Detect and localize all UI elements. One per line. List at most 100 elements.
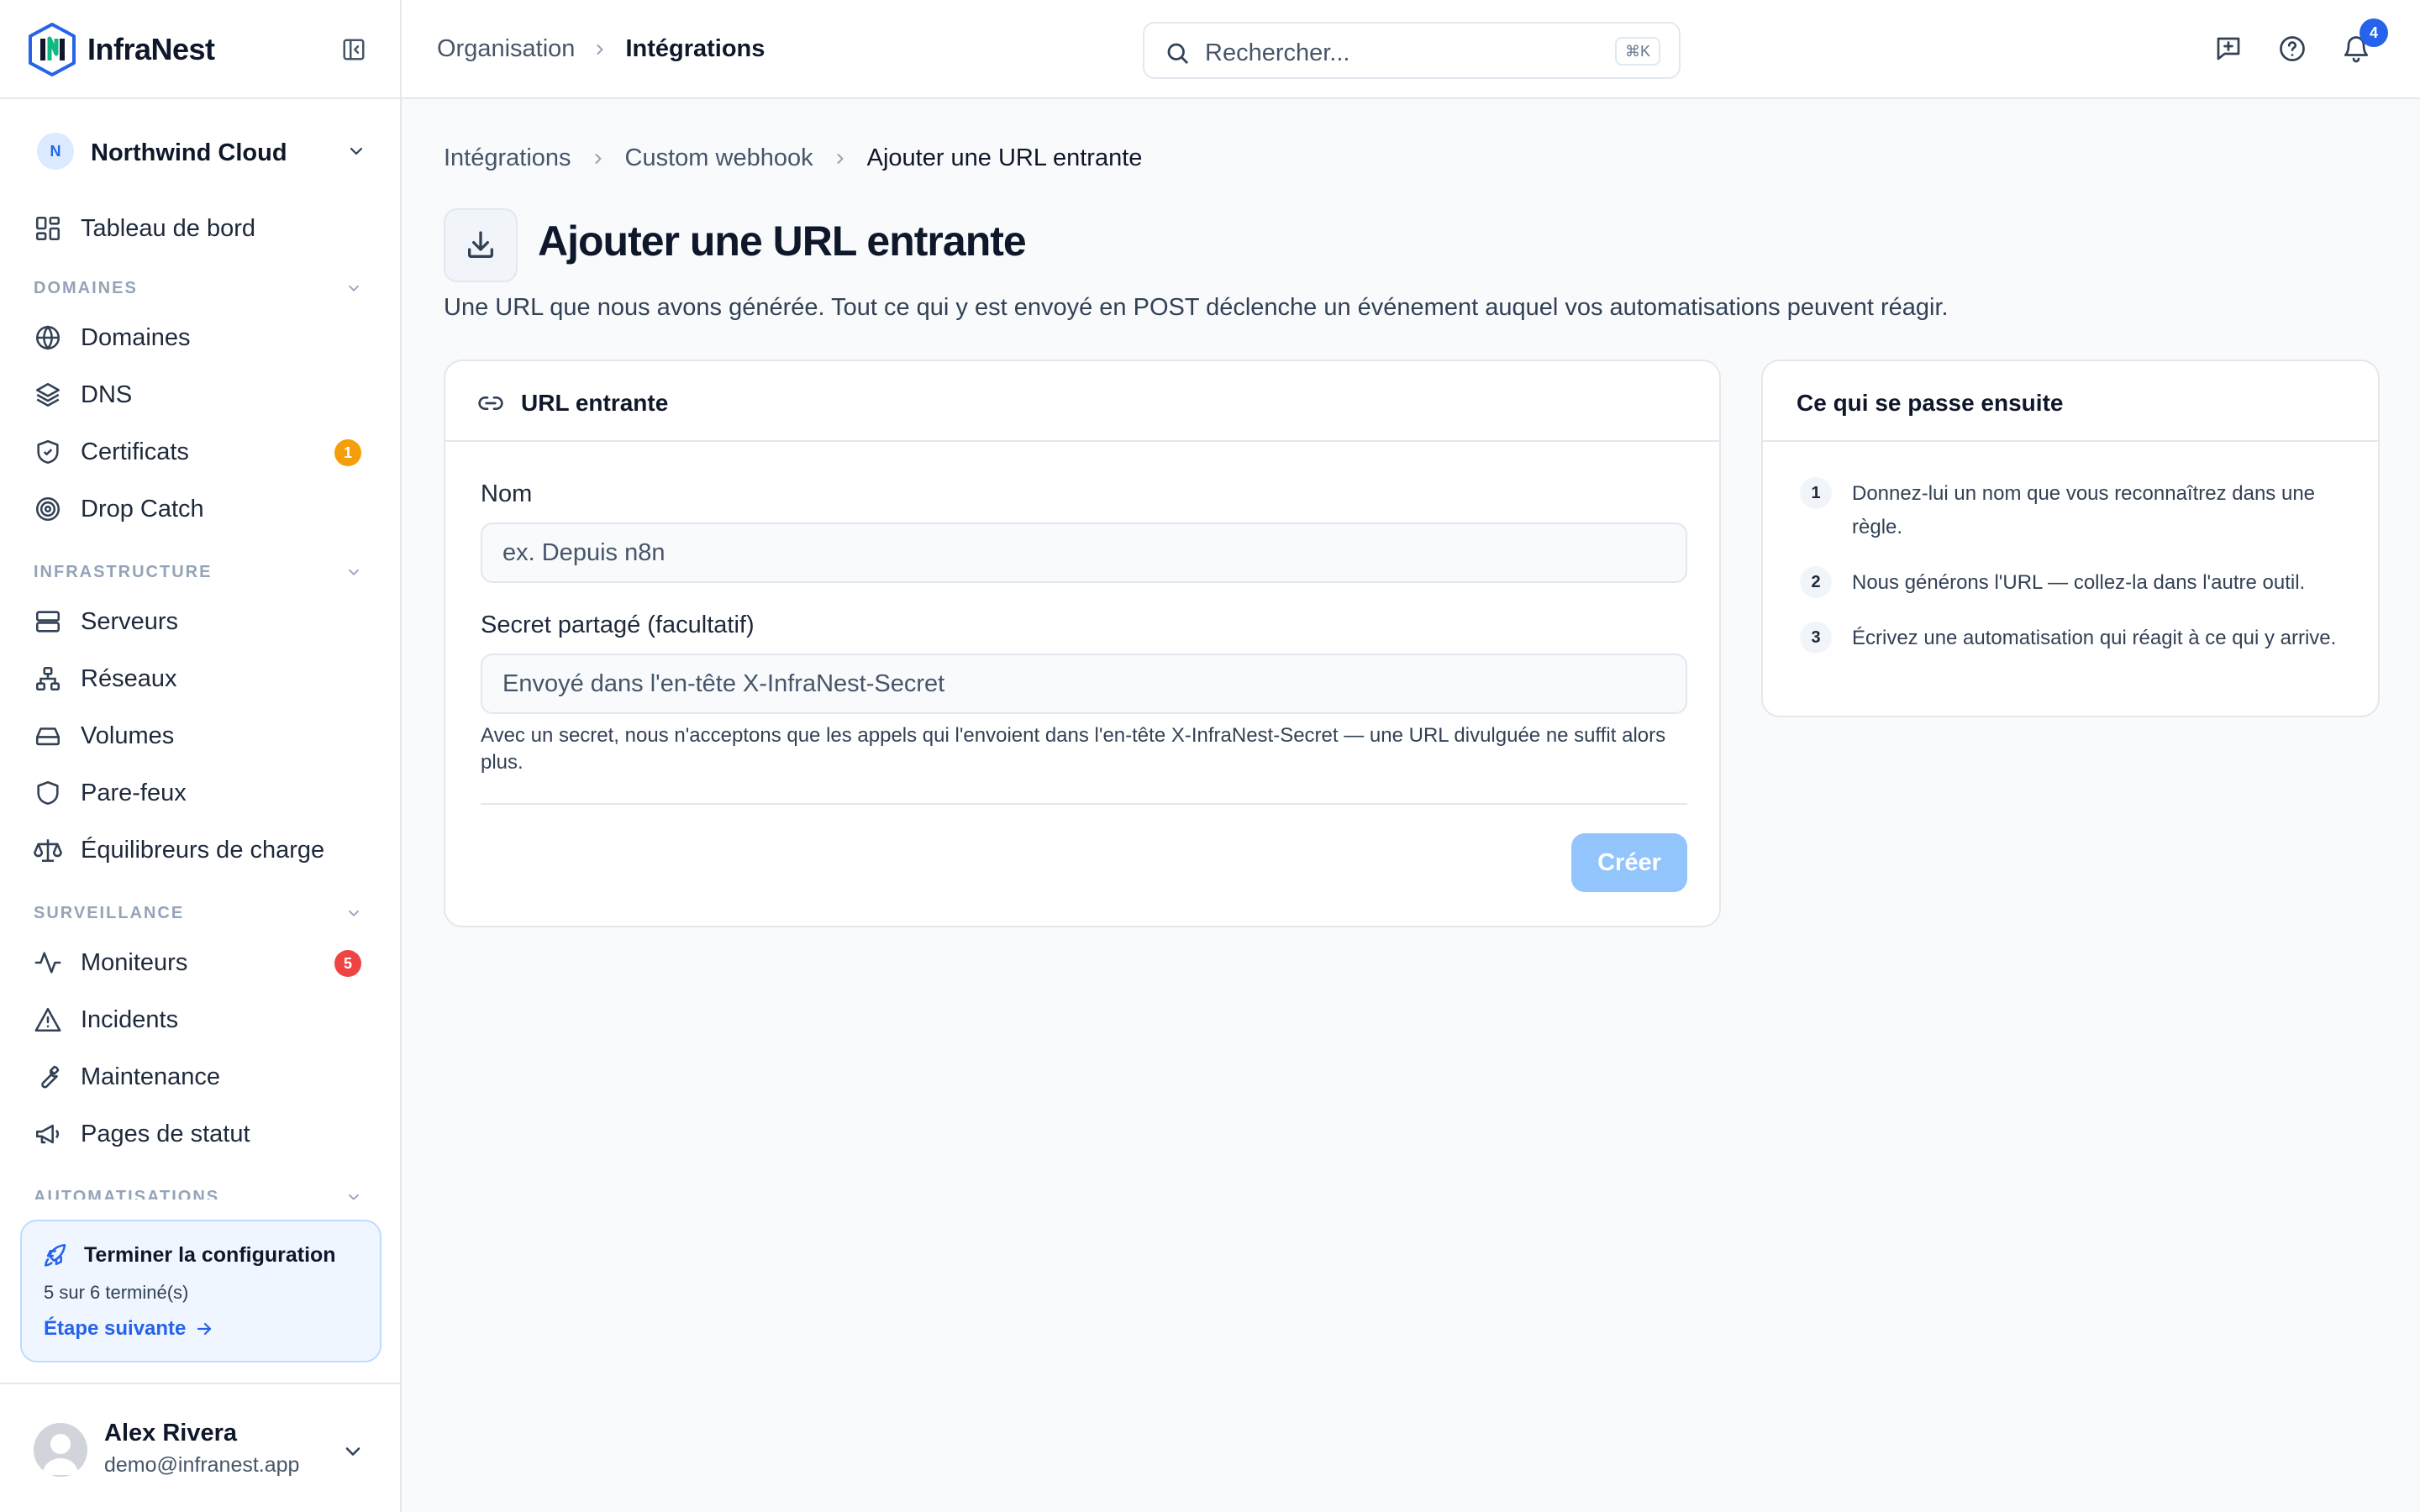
sidebar-item-label: Drop Catch [81, 495, 204, 522]
megaphone-icon [35, 1124, 60, 1144]
section-label: SURVEILLANCE [34, 904, 185, 922]
sidebar: InfraNest N Northwind Cloud Tableau de b… [0, 0, 402, 1512]
sidebar-nav[interactable]: Tableau de bord DOMAINES Domaines DNS Ce… [0, 195, 400, 1200]
section-domains[interactable]: DOMAINES [34, 276, 370, 301]
chevron-right-icon [595, 153, 602, 164]
sidebar-item-load-balancers[interactable]: Équilibreurs de charge [34, 827, 370, 874]
page-description: Une URL que nous avons générée. Tout ce … [444, 294, 1949, 321]
sidebar-item-firewalls[interactable]: Pare-feux [34, 769, 370, 816]
server-icon [35, 611, 60, 633]
chevron-down-icon [348, 569, 360, 576]
form-divider [481, 803, 1687, 805]
search-shortcut: ⌘K [1614, 37, 1660, 66]
name-input[interactable] [481, 522, 1687, 583]
org-avatar: N [37, 133, 74, 170]
step-text: Nous générons l'URL — collez-la dans l'a… [1852, 571, 2306, 594]
crumb-integrations[interactable]: Intégrations [625, 35, 765, 63]
sidebar-item-drop-catch[interactable]: Drop Catch [34, 486, 370, 533]
crumb-organisation[interactable]: Organisation [437, 35, 575, 63]
arrow-right-icon [197, 1322, 212, 1336]
sidebar-item-label: Pare-feux [81, 779, 187, 806]
secret-label: Secret partagé (facultatif) [481, 612, 755, 638]
top-breadcrumb: Organisation Intégrations [437, 35, 765, 63]
page-title: Ajouter une URL entrante [538, 218, 1027, 265]
rocket-icon [44, 1243, 66, 1267]
breadcrumb-integrations[interactable]: Intégrations [444, 144, 571, 172]
chevron-right-icon [837, 153, 844, 164]
incoming-url-form-card: URL entrante Nom Secret partagé (faculta… [444, 360, 1721, 927]
dashboard-icon [35, 216, 60, 241]
chevron-down-icon [348, 285, 360, 292]
app-name: InfraNest [87, 32, 215, 66]
user-name: Alex Rivera [104, 1420, 237, 1446]
notification-count-badge: 4 [2360, 18, 2388, 47]
sidebar-header: InfraNest [0, 0, 400, 99]
setup-progress-card: Terminer la configuration 5 sur 6 termin… [20, 1220, 381, 1362]
section-label: AUTOMATISATIONS [34, 1188, 220, 1200]
next-step-link[interactable]: Étape suivante [44, 1317, 214, 1341]
feedback-icon[interactable] [2213, 34, 2244, 64]
sidebar-item-label: Équilibreurs de charge [81, 836, 325, 864]
sidebar-item-label: Certificats [81, 438, 189, 465]
breadcrumb-current: Ajouter une URL entrante [866, 144, 1143, 171]
sidebar-item-dashboard[interactable]: Tableau de bord [34, 205, 370, 252]
globe-icon [35, 325, 60, 350]
create-button[interactable]: Créer [1571, 833, 1687, 892]
sidebar-collapse-icon[interactable] [341, 37, 366, 62]
section-label: INFRASTRUCTURE [34, 563, 213, 581]
shield-icon [37, 780, 59, 806]
sidebar-item-maintenance[interactable]: Maintenance [34, 1053, 370, 1100]
infranest-logo-icon [29, 23, 76, 76]
user-placeholder-icon [34, 1423, 87, 1477]
setup-title: Terminer la configuration [84, 1243, 336, 1267]
chevron-down-icon [348, 910, 360, 917]
name-label: Nom [481, 480, 533, 507]
sidebar-item-certificates[interactable]: Certificats 1 [34, 428, 370, 475]
step-text: Donnez-lui un nom que vous reconnaîtrez … [1852, 482, 2316, 538]
card-title: Ce qui se passe ensuite [1797, 390, 2064, 416]
network-icon [35, 666, 60, 691]
sidebar-item-status-pages[interactable]: Pages de statut [34, 1110, 370, 1158]
user-menu[interactable]: Alex Rivera demo@infranest.app [0, 1383, 400, 1512]
sidebar-item-servers[interactable]: Serveurs [34, 598, 370, 645]
breadcrumb-custom-webhook[interactable]: Custom webhook [625, 144, 813, 172]
sidebar-item-dns[interactable]: DNS [34, 371, 370, 418]
sidebar-item-label: Domaines [81, 323, 191, 351]
sidebar-item-monitors[interactable]: Moniteurs 5 [34, 939, 370, 986]
org-switcher[interactable]: N Northwind Cloud [34, 129, 370, 173]
sidebar-item-incidents[interactable]: Incidents [34, 996, 370, 1043]
card-header: URL entrante [445, 361, 1719, 442]
sidebar-item-domains[interactable]: Domaines [34, 314, 370, 361]
secret-input[interactable] [481, 654, 1687, 714]
section-automations[interactable]: AUTOMATISATIONS [34, 1184, 370, 1200]
activity-icon [34, 952, 61, 974]
search-placeholder: Rechercher... [1205, 39, 1350, 66]
sidebar-item-label: Pages de statut [81, 1120, 250, 1147]
chevron-down-icon [345, 1447, 360, 1456]
sidebar-item-label: Moniteurs [81, 948, 188, 976]
sidebar-item-label: Tableau de bord [81, 214, 255, 242]
monitors-badge: 5 [334, 950, 361, 977]
page-icon [444, 208, 518, 282]
section-infrastructure[interactable]: INFRASTRUCTURE [34, 559, 370, 585]
avatar [34, 1423, 87, 1477]
card-header: Ce qui se passe ensuite [1763, 361, 2378, 442]
wrench-icon [41, 1065, 60, 1089]
sidebar-item-label: Réseaux [81, 664, 177, 692]
scale-icon [34, 839, 62, 863]
search-input[interactable]: Rechercher... ⌘K [1143, 22, 1681, 79]
sidebar-item-networks[interactable]: Réseaux [34, 655, 370, 702]
section-monitoring[interactable]: SURVEILLANCE [34, 900, 370, 926]
sidebar-item-volumes[interactable]: Volumes [34, 712, 370, 759]
breadcrumb: Intégrations Custom webhook Ajouter une … [444, 144, 1142, 172]
card-title: URL entrante [521, 390, 669, 416]
sidebar-item-label: Maintenance [81, 1063, 221, 1090]
next-steps-card: Ce qui se passe ensuite 1 Donnez-lui un … [1761, 360, 2380, 717]
help-icon[interactable] [2277, 34, 2307, 64]
app-root: InfraNest N Northwind Cloud Tableau de b… [0, 0, 2420, 1512]
link-icon [478, 396, 503, 410]
hard-drive-icon [35, 727, 60, 746]
setup-progress: 5 sur 6 terminé(s) [44, 1282, 189, 1303]
sidebar-item-label: DNS [81, 381, 133, 408]
certificates-badge: 1 [334, 439, 361, 466]
